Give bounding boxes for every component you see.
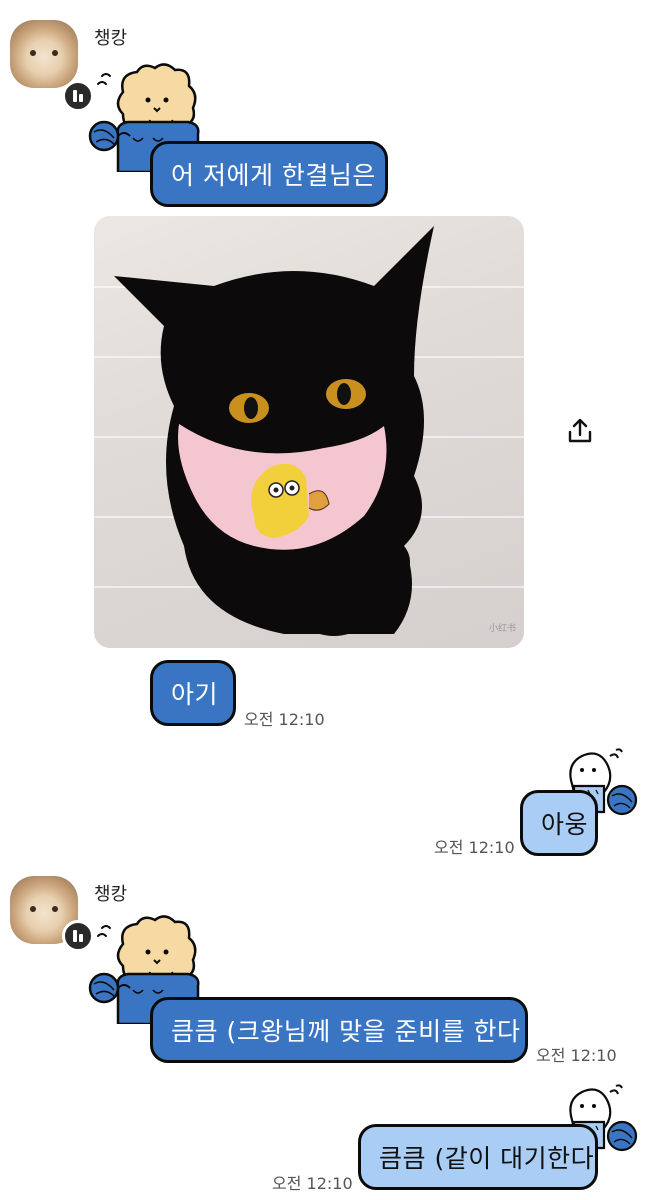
message-bubble-incoming[interactable]: 큼큼 (크왕님께 맞을 준비를 한다	[150, 997, 528, 1063]
message-timestamp: 오전 12:10	[244, 710, 325, 729]
message-timestamp: 오전 12:10	[536, 1046, 617, 1065]
sender-name: 챙캉	[94, 884, 128, 905]
sender-name: 챙캉	[94, 28, 128, 49]
message-bubble-incoming[interactable]: 어 저에게 한결님은	[150, 141, 388, 207]
cat-illustration	[114, 226, 434, 636]
sender-avatar[interactable]	[10, 876, 94, 952]
cat-photo[interactable]: 小红书	[94, 216, 524, 648]
share-icon[interactable]	[565, 416, 595, 446]
message-bubble-outgoing[interactable]: 아웅	[520, 790, 598, 856]
message-timestamp: 오전 12:10	[434, 838, 515, 857]
message-timestamp: 오전 12:10	[272, 1174, 353, 1193]
message-bubble-incoming[interactable]: 아기	[150, 660, 236, 726]
sender-avatar[interactable]	[10, 20, 94, 112]
message-bubble-outgoing[interactable]: 큼큼 (같이 대기한다	[358, 1124, 598, 1190]
photo-watermark: 小红书	[488, 624, 516, 634]
